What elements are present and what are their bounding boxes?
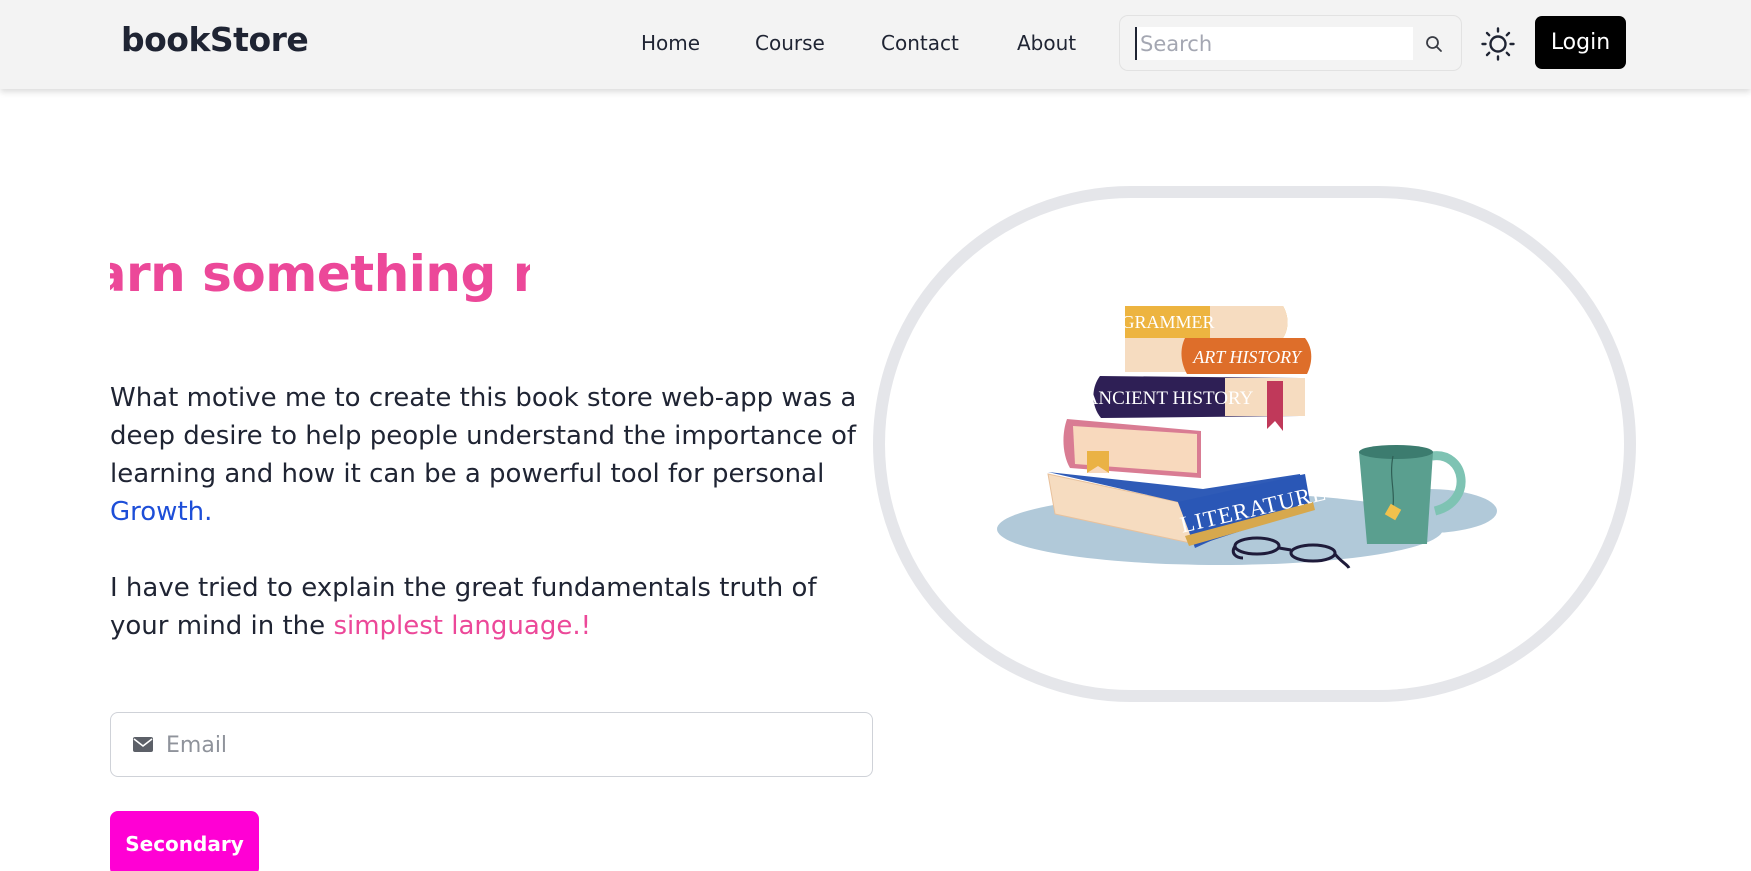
login-button[interactable]: Login xyxy=(1535,16,1626,69)
email-input[interactable] xyxy=(166,725,856,765)
sun-icon[interactable] xyxy=(1480,26,1516,62)
nav-link-course[interactable]: Course xyxy=(755,31,825,55)
book-ancient-history: ANCIENT HISTORY xyxy=(1085,376,1305,431)
book-label-grammer: GRAMMER xyxy=(1121,312,1214,332)
book-label-art-history: ART HISTORY xyxy=(1192,347,1303,367)
books-illustration: LITERATURE ANCIENT HISTORY ART HISTORY G… xyxy=(997,306,1497,569)
nav-link-about[interactable]: About xyxy=(1017,31,1076,55)
book-label-ancient-history: ANCIENT HISTORY xyxy=(1085,388,1254,409)
hero-highlight-growth: Growth. xyxy=(110,497,213,527)
navbar: bookStore Home Course Contact About Logi… xyxy=(0,0,1751,89)
brand-logo[interactable]: bookStore xyxy=(121,20,309,59)
search-box xyxy=(1119,15,1462,71)
hero-paragraph-1: What motive me to create this book store… xyxy=(110,379,870,531)
book-art-history: ART HISTORY xyxy=(1125,338,1312,374)
search-icon[interactable] xyxy=(1424,34,1444,54)
nav-link-home[interactable]: Home xyxy=(641,31,700,55)
book-pink xyxy=(1063,419,1201,478)
email-field xyxy=(110,712,873,777)
mail-icon xyxy=(133,737,153,752)
search-input[interactable] xyxy=(1135,27,1413,60)
hero-highlight-simplest: simplest language.! xyxy=(333,611,591,641)
hero-paragraph-2: I have tried to explain the great fundam… xyxy=(110,569,870,645)
hero-paragraph-1-text: What motive me to create this book store… xyxy=(110,383,857,489)
secondary-button[interactable]: Secondary xyxy=(110,811,259,871)
nav-link-contact[interactable]: Contact xyxy=(881,31,959,55)
book-grammer: GRAMMER xyxy=(1121,306,1288,338)
hero-heading-container: Learn something new everyday!!! xyxy=(110,240,530,320)
hero-heading: Learn something new everyday!!! xyxy=(110,245,530,303)
